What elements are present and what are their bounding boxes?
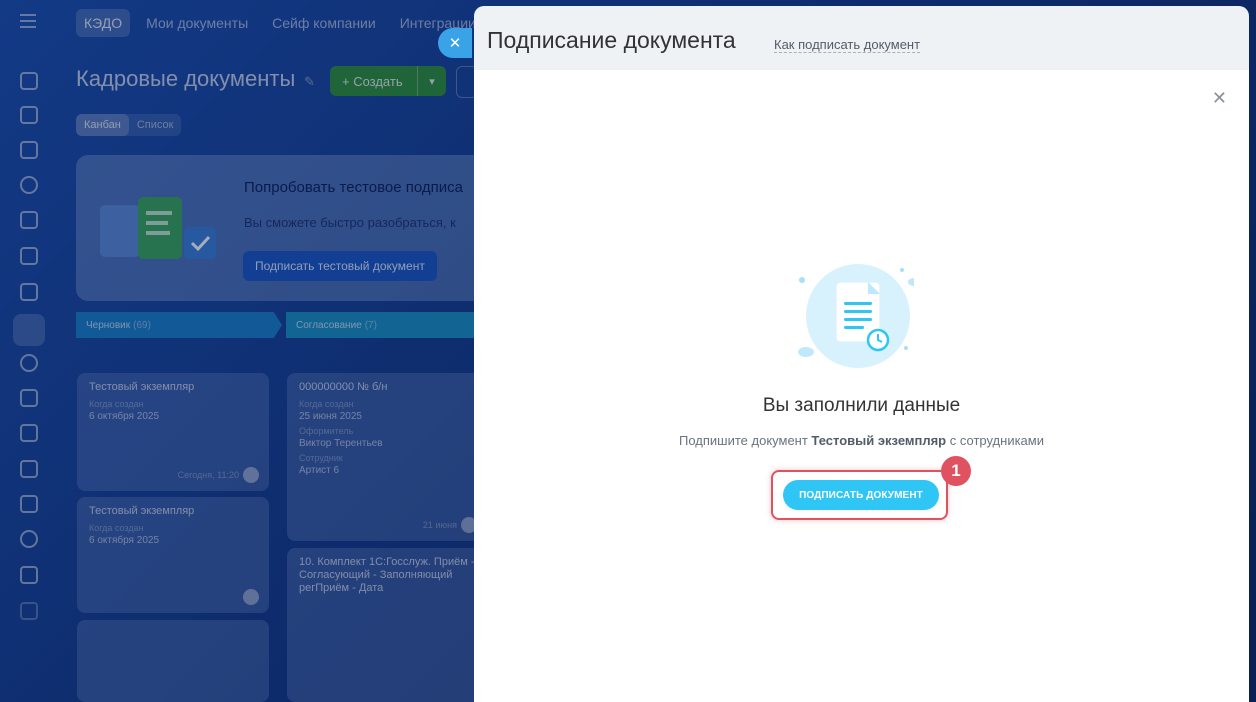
slider-title: Подписание документа <box>487 27 736 53</box>
slider-body: ✕ Вы заполнили данные Подпишите документ… <box>474 70 1249 702</box>
step-badge: 1 <box>941 456 971 486</box>
slider-header: Подписание документа Как подписать докум… <box>474 6 1249 70</box>
sign-document-button[interactable]: ПОДПИСАТЬ ДОКУМЕНТ <box>783 480 939 510</box>
message-text: Подпишите документ Тестовый экземпляр с … <box>474 433 1249 448</box>
document-clock-illustration-icon <box>798 264 914 368</box>
message-prefix: Подпишите документ <box>678 433 812 448</box>
close-icon[interactable]: ✕ <box>438 28 472 58</box>
message-suffix: с сотрудниками <box>946 433 1044 448</box>
help-link[interactable]: Как подписать документ <box>774 37 921 53</box>
close-icon[interactable]: ✕ <box>1212 88 1227 109</box>
sign-document-slider: Подписание документа Как подписать докум… <box>474 6 1249 702</box>
sign-button-highlight: ПОДПИСАТЬ ДОКУМЕНТ <box>771 470 948 520</box>
message-title: Вы заполнили данные <box>762 395 961 416</box>
document-name: Тестовый экземпляр <box>811 433 947 448</box>
